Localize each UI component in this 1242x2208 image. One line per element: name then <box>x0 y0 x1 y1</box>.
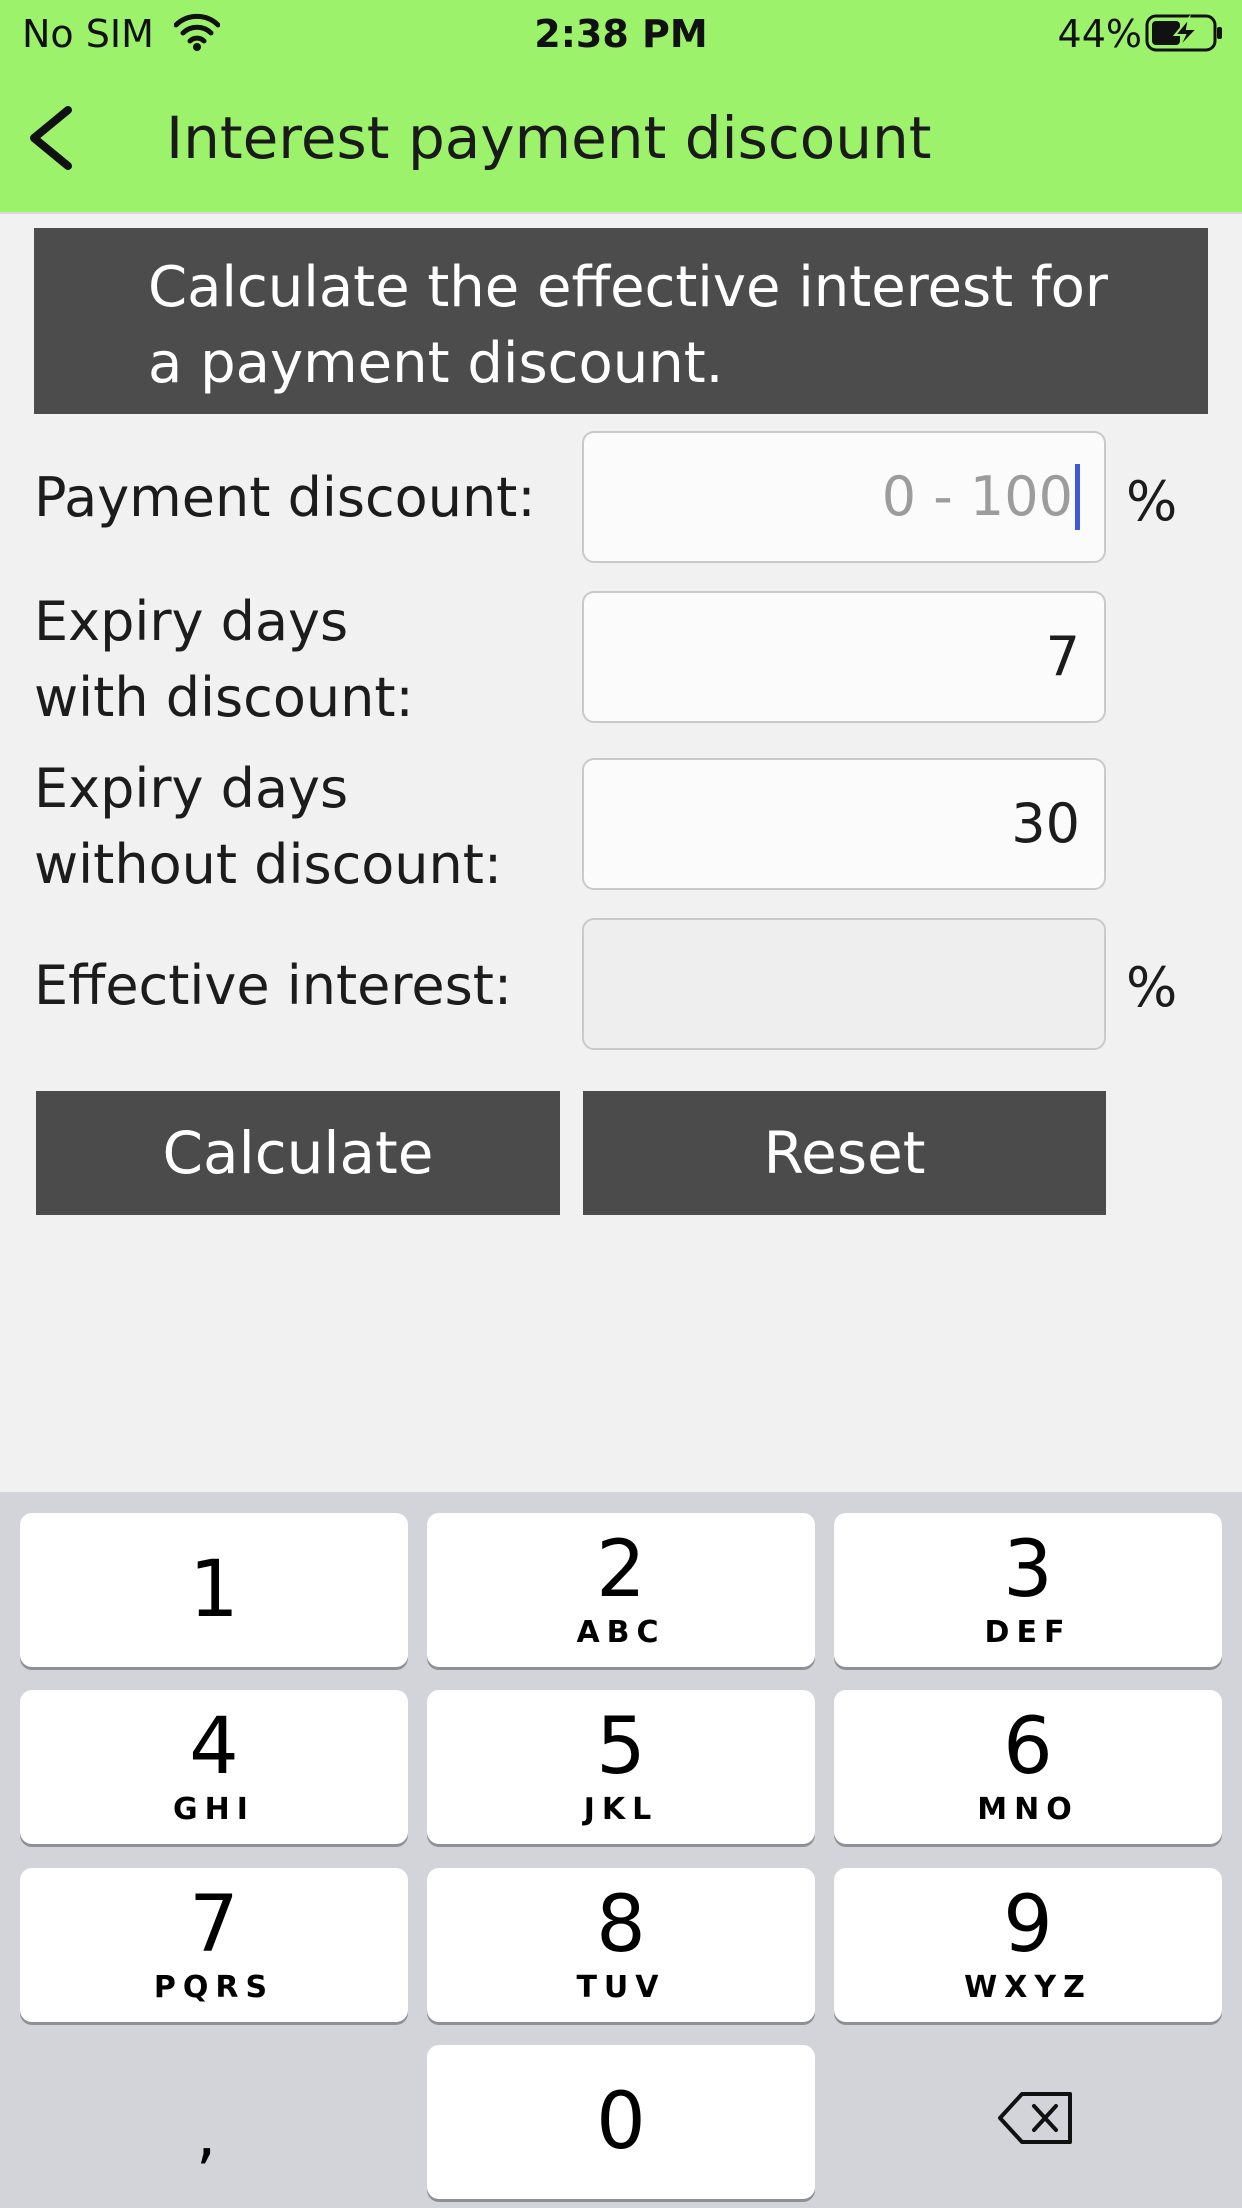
calculate-button[interactable]: Calculate <box>36 1091 560 1215</box>
payment-discount-label: Payment discount: <box>34 466 536 529</box>
key-6[interactable]: 6 MNO <box>834 1690 1222 1844</box>
key-1[interactable]: 1 <box>20 1513 408 1667</box>
expiry-with-discount-label: Expiry days with discount: <box>34 590 414 729</box>
key-letters: WXYZ <box>964 1970 1092 2005</box>
key-digit: 6 <box>1003 1702 1053 1792</box>
key-letters: PQRS <box>153 1970 275 2005</box>
key-digit: 8 <box>596 1880 646 1970</box>
effective-interest-output <box>582 918 1106 1050</box>
page-title: Interest payment discount <box>166 104 932 172</box>
key-letters: MNO <box>977 1792 1079 1827</box>
key-letters: JKL <box>583 1792 659 1827</box>
expiry-without-discount-label: Expiry days without discount: <box>34 757 503 896</box>
key-digit: 7 <box>189 1880 239 1970</box>
payment-discount-unit: % <box>1126 470 1178 533</box>
text-caret <box>1075 464 1080 531</box>
effective-interest-unit: % <box>1126 956 1178 1019</box>
key-digit: 0 <box>596 2077 646 2167</box>
delete-backspace-icon[interactable] <box>996 2088 1076 2148</box>
description-text: Calculate the effective interest for a p… <box>148 255 1108 396</box>
key-digit: 5 <box>596 1702 646 1792</box>
key-letters: DEF <box>984 1615 1072 1650</box>
key-0[interactable]: 0 <box>427 2045 815 2199</box>
key-letters: TUV <box>576 1970 666 2005</box>
key-7[interactable]: 7 PQRS <box>20 1868 408 2022</box>
back-chevron-icon[interactable] <box>22 102 82 174</box>
key-8[interactable]: 8 TUV <box>427 1868 815 2022</box>
key-digit: 9 <box>1003 1880 1053 1970</box>
key-2[interactable]: 2 ABC <box>427 1513 815 1667</box>
key-5[interactable]: 5 JKL <box>427 1690 815 1844</box>
effective-interest-label: Effective interest: <box>34 954 513 1017</box>
key-4[interactable]: 4 GHI <box>20 1690 408 1844</box>
key-digit: 2 <box>596 1525 646 1615</box>
key-3[interactable]: 3 DEF <box>834 1513 1222 1667</box>
key-digit: 1 <box>189 1545 239 1635</box>
payment-discount-input[interactable]: 0 - 100 <box>582 431 1106 563</box>
payment-discount-placeholder: 0 - 100 <box>881 465 1073 528</box>
key-letters: ABC <box>576 1615 666 1650</box>
expiry-without-discount-input[interactable]: 30 <box>582 758 1106 890</box>
battery-charging-icon <box>1145 14 1222 52</box>
key-decimal-comma[interactable]: , <box>196 2098 216 2172</box>
key-digit: 3 <box>1003 1525 1053 1615</box>
expiry-with-discount-input[interactable]: 7 <box>582 591 1106 723</box>
status-battery-percent: 44% <box>1057 12 1142 56</box>
status-time: 2:38 PM <box>534 12 708 56</box>
key-letters: GHI <box>173 1792 255 1827</box>
key-9[interactable]: 9 WXYZ <box>834 1868 1222 2022</box>
key-digit: 4 <box>189 1702 239 1792</box>
reset-button[interactable]: Reset <box>583 1091 1106 1215</box>
